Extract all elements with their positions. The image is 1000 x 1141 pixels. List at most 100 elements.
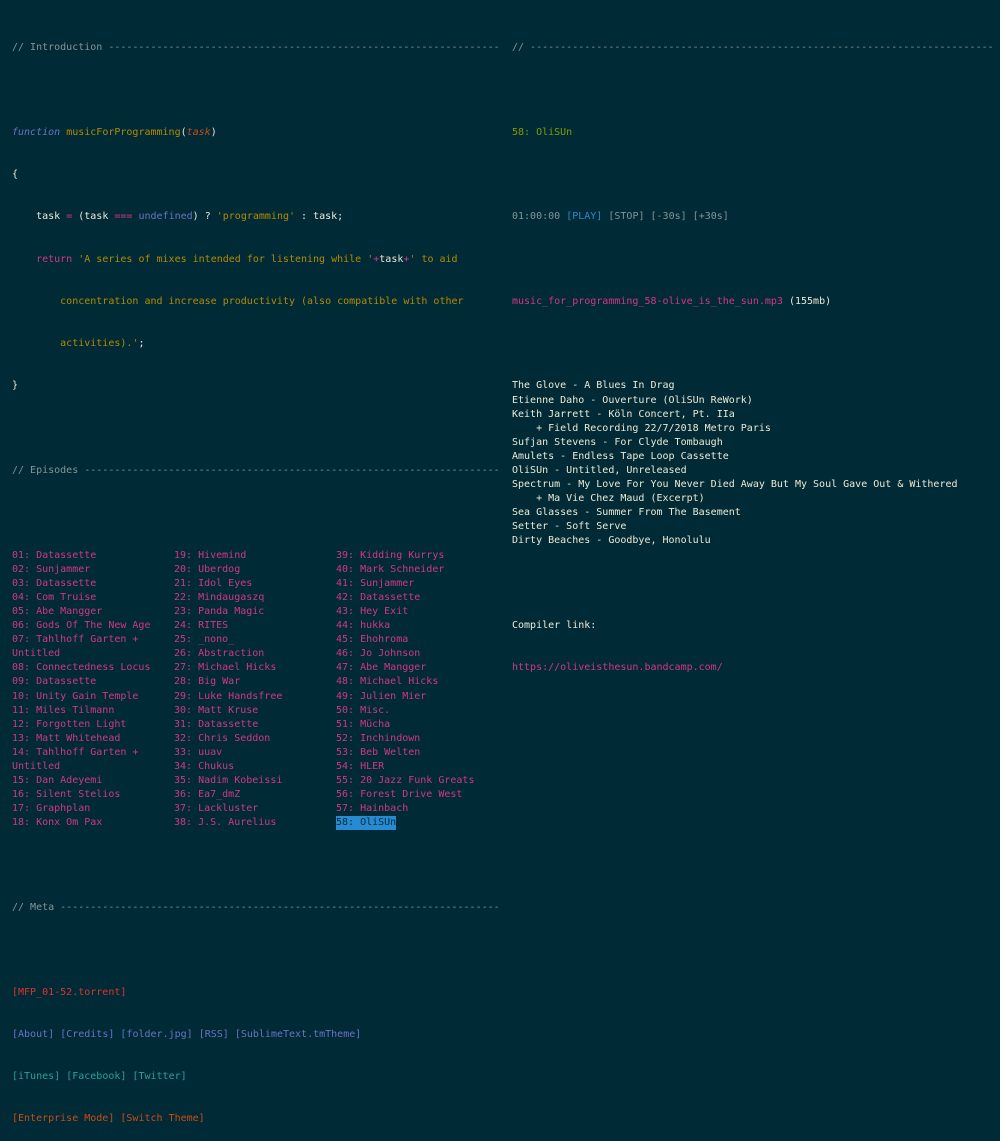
episode-link[interactable]: 56: Forest Drive West bbox=[336, 788, 496, 802]
twitter-link[interactable]: [Twitter] bbox=[132, 1071, 186, 1082]
tracklist: The Glove - A Blues In Drag Etienne Daho … bbox=[512, 379, 992, 548]
rewind-30s-button[interactable]: [-30s] bbox=[651, 211, 687, 222]
meta-row-torrent: [MFP_01-52.torrent] bbox=[12, 986, 502, 1000]
episode-link[interactable]: 26: Abstraction bbox=[174, 647, 334, 661]
episode-link[interactable]: 37: Lackluster bbox=[174, 802, 334, 816]
episode-link[interactable]: 23: Panda Magic bbox=[174, 605, 334, 619]
episode-link[interactable]: 35: Nadim Kobeissi bbox=[174, 774, 334, 788]
episode-link[interactable]: 38: J.S. Aurelius bbox=[174, 816, 334, 830]
folder-jpg-link[interactable]: [folder.jpg] bbox=[120, 1029, 192, 1040]
episode-link[interactable]: 41: Sunjammer bbox=[336, 577, 496, 591]
episode-column-3: 39: Kidding Kurrys 40: Mark Schneider 41: … bbox=[336, 549, 496, 831]
episode-link[interactable]: 02: Sunjammer bbox=[12, 563, 172, 577]
episode-link[interactable]: 47: Abe Mangger bbox=[336, 661, 496, 675]
itunes-link[interactable]: [iTunes] bbox=[12, 1071, 60, 1082]
episode-link[interactable]: 44: hukka bbox=[336, 619, 496, 633]
track-item: Dirty Beaches - Goodbye, Honolulu bbox=[512, 535, 711, 547]
episode-link[interactable]: 05: Abe Mangger bbox=[12, 605, 172, 619]
episode-link-active[interactable]: 58: OliSUn bbox=[336, 816, 397, 831]
episode-link[interactable]: 36: Ea7_dmZ bbox=[174, 788, 334, 802]
episode-link[interactable]: 57: Hainbach bbox=[336, 802, 496, 816]
episode-link[interactable]: 48: Michael Hicks bbox=[336, 675, 496, 689]
episodes-header: // Episodes ----------------------------… bbox=[12, 465, 500, 476]
episode-link[interactable]: 52: Inchindown bbox=[336, 732, 496, 746]
episode-link[interactable]: 50: Misc. bbox=[336, 704, 496, 718]
episode-link[interactable]: 51: Mücha bbox=[336, 718, 496, 732]
code-brace-open: { bbox=[12, 169, 19, 181]
episode-link[interactable]: 55: 20 Jazz Funk Greats bbox=[336, 774, 496, 788]
rss-link[interactable]: [RSS] bbox=[199, 1029, 229, 1040]
episode-link[interactable]: 33: uuav bbox=[174, 746, 334, 760]
episode-link[interactable]: 42: Datassette bbox=[336, 591, 496, 605]
episode-link[interactable]: 07: Tahlhoff Garten + Untitled bbox=[12, 633, 172, 661]
episode-link[interactable]: 34: Chukus bbox=[174, 760, 334, 774]
track-item: Amulets - Endless Tape Loop Cassette bbox=[512, 450, 729, 462]
episode-link[interactable]: 13: Matt Whitehead bbox=[12, 732, 172, 746]
time-display: 01:00:00 bbox=[512, 211, 561, 223]
code-line-cont1: concentration and increase productivity … bbox=[12, 295, 464, 307]
episode-link[interactable]: 54: HLER bbox=[336, 760, 496, 774]
episode-link[interactable]: 28: Big War bbox=[174, 675, 334, 689]
episode-link[interactable]: 16: Silent Stelios bbox=[12, 788, 172, 802]
episode-link[interactable]: 15: Dan Adeyemi bbox=[12, 774, 172, 788]
episode-link[interactable]: 11: Miles Tilmann bbox=[12, 704, 172, 718]
episode-link[interactable]: 43: Hey Exit bbox=[336, 605, 496, 619]
episode-link[interactable]: 49: Julien Mier bbox=[336, 690, 496, 704]
enterprise-mode-link[interactable]: [Enterprise Mode] bbox=[12, 1113, 114, 1124]
compiler-row: https://oliveisthesun.bandcamp.com/ bbox=[512, 661, 992, 675]
episode-link[interactable]: 20: Uberdog bbox=[174, 563, 334, 577]
file-size: (155mb) bbox=[788, 295, 832, 307]
switch-theme-link[interactable]: [Switch Theme] bbox=[120, 1113, 204, 1124]
episode-row-active: 58: OliSUn bbox=[336, 816, 496, 831]
track-item: + Field Recording 22/7/2018 Metro Paris bbox=[512, 422, 771, 434]
episode-link[interactable]: 27: Michael Hicks bbox=[174, 661, 334, 675]
episode-link[interactable]: 31: Datassette bbox=[174, 718, 334, 732]
episode-link[interactable]: 22: Mindaugaszq bbox=[174, 591, 334, 605]
compiler-link[interactable]: https://oliveisthesun.bandcamp.com/ bbox=[512, 662, 723, 673]
episode-link[interactable]: 14: Tahlhoff Garten + Untitled bbox=[12, 746, 172, 774]
play-button[interactable]: [PLAY] bbox=[566, 211, 602, 222]
episode-link[interactable]: 10: Unity Gain Temple bbox=[12, 690, 172, 704]
episode-link[interactable]: 25: _nono_ bbox=[174, 633, 334, 647]
episode-column-1: 01: Datassette 02: Sunjammer 03: Datassett… bbox=[12, 549, 172, 831]
episode-link[interactable]: 17: Graphplan bbox=[12, 802, 172, 816]
track-item: Etienne Daho - Ouverture (OliSUn ReWork) bbox=[512, 394, 753, 406]
stop-button[interactable]: [STOP] bbox=[608, 211, 644, 222]
facebook-link[interactable]: [Facebook] bbox=[66, 1071, 126, 1082]
episode-link[interactable]: 30: Matt Kruse bbox=[174, 704, 334, 718]
episode-link[interactable]: 12: Forgotten Light bbox=[12, 718, 172, 732]
track-item: The Glove - A Blues In Drag bbox=[512, 380, 675, 392]
episode-link[interactable]: 21: Idol Eyes bbox=[174, 577, 334, 591]
intro-header: // Introduction ------------------------… bbox=[12, 42, 500, 54]
code-line-task: task = (task === undefined) ? 'programmi… bbox=[12, 211, 344, 223]
credits-link[interactable]: [Credits] bbox=[60, 1029, 114, 1040]
episode-link[interactable]: 45: Ehohroma bbox=[336, 633, 496, 647]
episode-link[interactable]: 06: Gods Of The New Age bbox=[12, 619, 172, 633]
forward-30s-button[interactable]: [+30s] bbox=[693, 211, 729, 222]
meta-row-modes: [Enterprise Mode] [Switch Theme] bbox=[12, 1112, 502, 1126]
episode-link[interactable]: 04: Com Truise bbox=[12, 591, 172, 605]
episode-link[interactable]: 01: Datassette bbox=[12, 549, 172, 563]
player-header: // -------------------------------------… bbox=[512, 42, 992, 54]
sublime-theme-link[interactable]: [SublimeText.tmTheme] bbox=[235, 1029, 361, 1040]
episode-link[interactable]: 24: RITES bbox=[174, 619, 334, 633]
episode-link[interactable]: 03: Datassette bbox=[12, 577, 172, 591]
episode-link[interactable]: 19: Hivemind bbox=[174, 549, 334, 563]
track-item: Keith Jarrett - Köln Concert, Pt. IIa bbox=[512, 408, 735, 420]
meta-row-info: [About] [Credits] [folder.jpg] [RSS] [Su… bbox=[12, 1028, 502, 1042]
episode-link[interactable]: 40: Mark Schneider bbox=[336, 563, 496, 577]
episode-link[interactable]: 53: Beb Welten bbox=[336, 746, 496, 760]
about-link[interactable]: [About] bbox=[12, 1029, 54, 1040]
meta-row-social: [iTunes] [Facebook] [Twitter] bbox=[12, 1070, 502, 1084]
torrent-link[interactable]: [MFP_01-52.torrent] bbox=[12, 987, 126, 998]
player-controls: 01:00:00 [PLAY] [STOP] [-30s] [+30s] bbox=[512, 210, 992, 224]
episode-link[interactable]: 18: Konx Om Pax bbox=[12, 816, 172, 830]
episode-link[interactable]: 46: Jo Johnson bbox=[336, 647, 496, 661]
episode-link[interactable]: 29: Luke Handsfree bbox=[174, 690, 334, 704]
episode-link[interactable]: 08: Connectedness Locus bbox=[12, 661, 172, 675]
mp3-download-link[interactable]: music_for_programming_58-olive_is_the_su… bbox=[512, 296, 783, 307]
episode-link[interactable]: 09: Datassette bbox=[12, 675, 172, 689]
episode-link[interactable]: 39: Kidding Kurrys bbox=[336, 549, 496, 563]
file-row: music_for_programming_58-olive_is_the_su… bbox=[512, 295, 992, 309]
episode-link[interactable]: 32: Chris Seddon bbox=[174, 732, 334, 746]
